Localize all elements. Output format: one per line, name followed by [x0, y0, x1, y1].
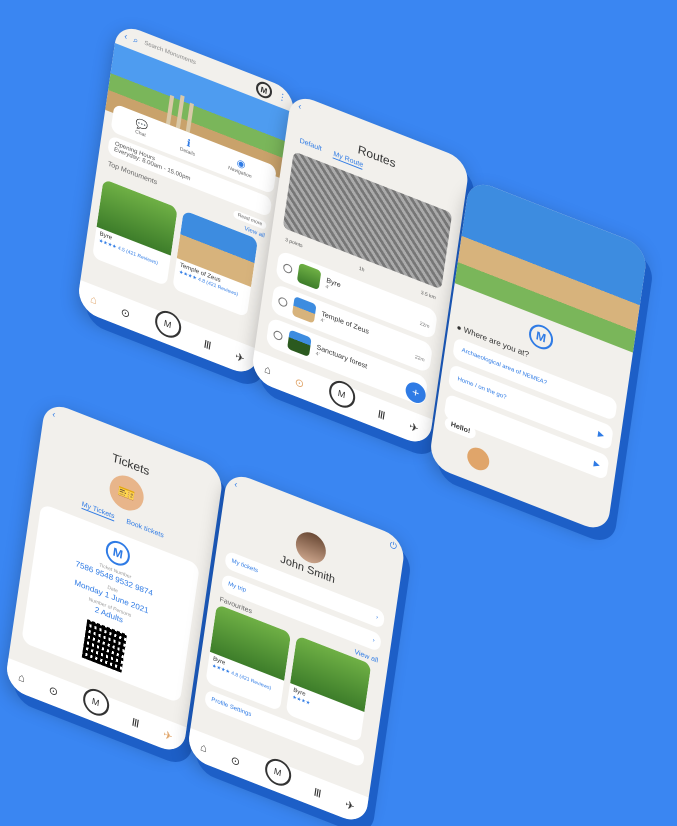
temple-icon[interactable]: Ⅲ — [377, 407, 386, 422]
navigation-button[interactable]: ◉ Navigation — [228, 155, 254, 179]
stop-thumbnail — [296, 262, 322, 291]
details-button[interactable]: ℹ Details — [179, 136, 197, 158]
app-logo: M — [527, 320, 555, 354]
radio-icon[interactable] — [277, 295, 289, 308]
map-pin-icon[interactable]: ⊙ — [230, 753, 241, 769]
radio-icon[interactable] — [282, 262, 293, 275]
pin-icon: ● — [456, 322, 463, 333]
stop-thumbnail — [287, 329, 312, 358]
temple-icon[interactable]: Ⅲ — [313, 785, 322, 800]
route-icon[interactable]: ✈ — [162, 727, 173, 743]
power-icon[interactable]: ⏻ — [389, 539, 397, 552]
qr-code — [81, 619, 127, 673]
tab-book-tickets[interactable]: Book tickets — [126, 518, 164, 540]
temple-icon[interactable]: Ⅲ — [203, 337, 212, 352]
play-icon: ▶ — [593, 458, 601, 470]
app-logo: M — [104, 537, 132, 570]
chat-button[interactable]: 💬 Chat — [134, 118, 149, 139]
play-icon: ▶ — [597, 429, 605, 441]
route-icon[interactable]: ✈ — [234, 349, 245, 365]
home-icon[interactable]: ⌂ — [200, 741, 208, 755]
temple-icon[interactable]: Ⅲ — [131, 715, 140, 730]
home-icon[interactable]: ⌂ — [264, 363, 272, 377]
menu-icon[interactable]: ⋮ — [277, 90, 287, 104]
assistant-avatar[interactable] — [465, 444, 491, 474]
center-logo-button[interactable]: M — [262, 754, 293, 790]
profile-screen: ‹ ⏻ John Smith My tickets › My trip › Favo… — [186, 470, 407, 826]
chevron-right-icon: › — [375, 614, 379, 622]
home-icon[interactable]: ⌂ — [18, 671, 26, 685]
tab-my-tickets[interactable]: My Tickets — [81, 500, 115, 522]
routes-screen: ‹ Routes Default My Route 3 points 1h 3.… — [250, 92, 471, 449]
back-icon[interactable]: ‹ — [124, 31, 128, 42]
back-icon[interactable]: ‹ — [52, 409, 56, 420]
map-pin-icon[interactable]: ⊙ — [294, 375, 305, 391]
center-logo-button[interactable]: M — [80, 684, 111, 720]
map-pin-icon[interactable]: ⊙ — [120, 305, 131, 321]
center-logo-button[interactable]: M — [152, 306, 183, 342]
home-icon[interactable]: ⌂ — [90, 293, 98, 307]
map-pin-icon[interactable]: ⊙ — [48, 683, 59, 699]
app-logo: M — [254, 79, 274, 101]
back-icon[interactable]: ‹ — [298, 101, 302, 112]
tab-default[interactable]: Default — [299, 138, 322, 154]
search-icon: ⌕ — [132, 33, 140, 46]
chevron-right-icon: › — [372, 637, 376, 645]
stop-thumbnail — [291, 296, 317, 324]
welcome-screen: M ● Where are you at? Archaeological are… — [428, 178, 649, 535]
center-logo-button[interactable]: M — [326, 376, 357, 412]
back-icon[interactable]: ‹ — [234, 479, 238, 490]
radio-icon[interactable] — [272, 328, 284, 342]
route-icon[interactable]: ✈ — [408, 419, 419, 435]
route-icon[interactable]: ✈ — [344, 797, 355, 813]
tickets-screen: ‹ Tickets 🎫 My Tickets Book tickets M Ti… — [4, 400, 225, 757]
